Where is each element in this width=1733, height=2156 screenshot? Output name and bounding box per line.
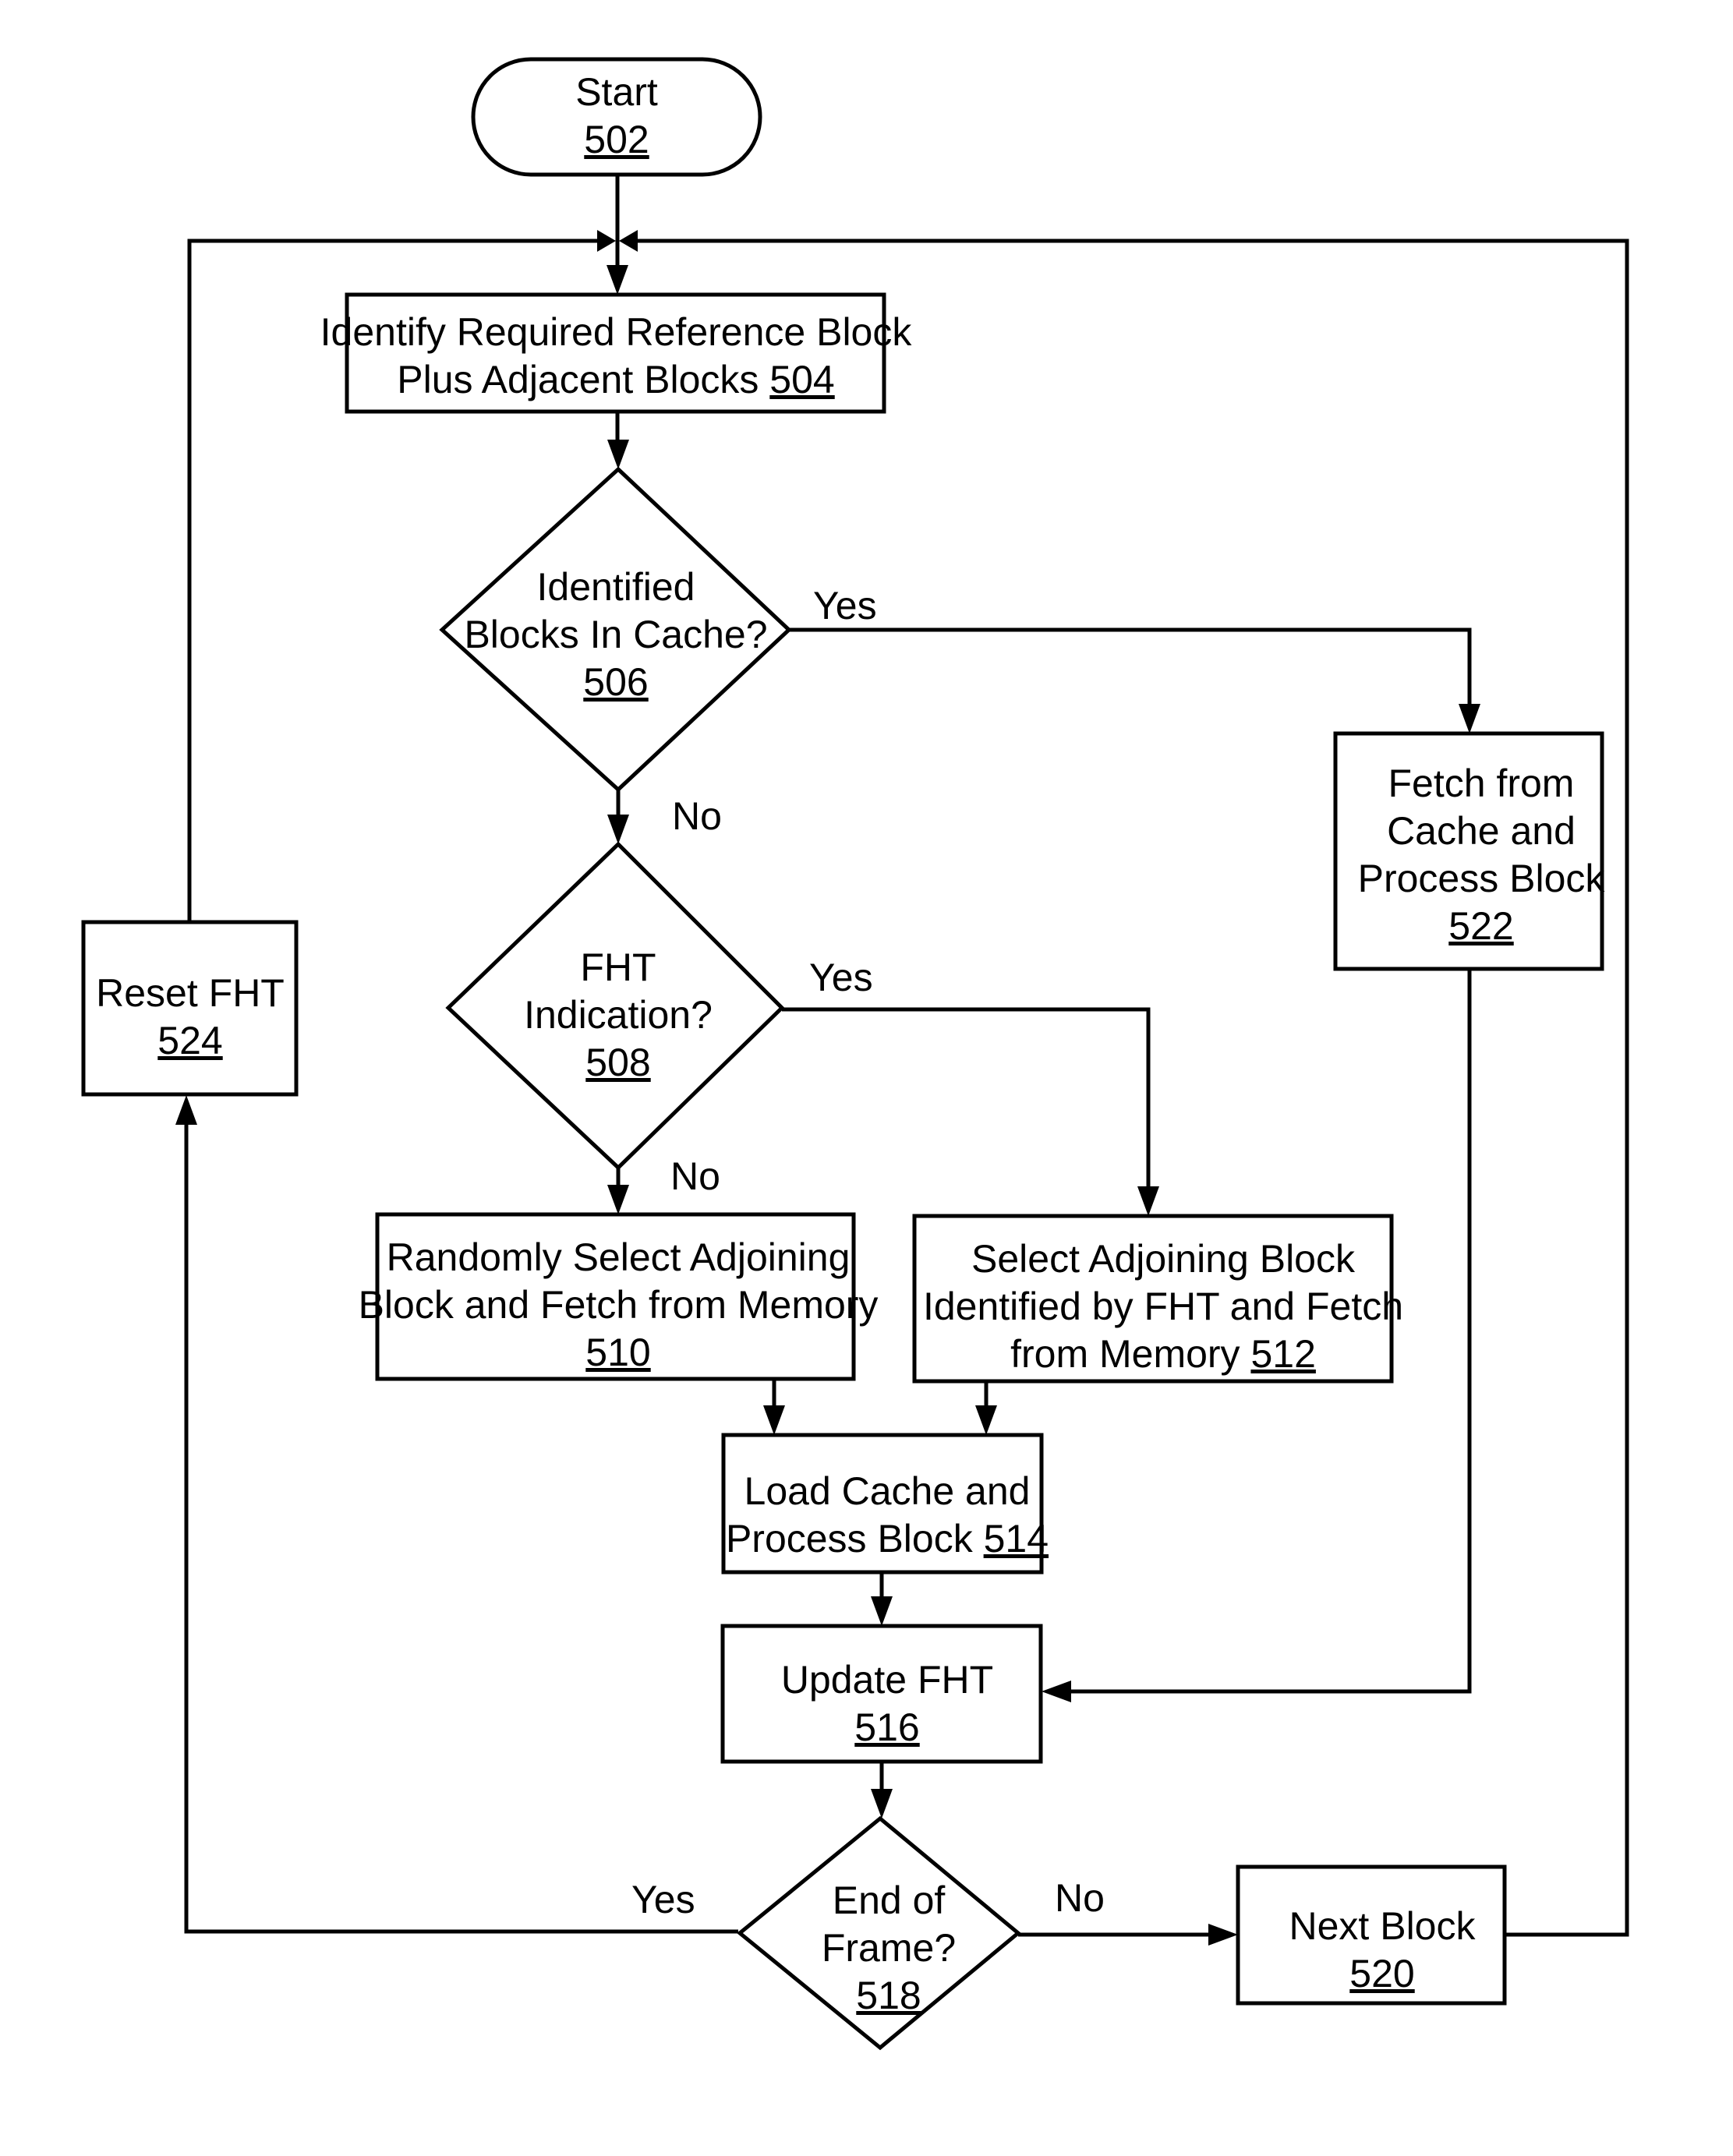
arrowhead-into-reset bbox=[175, 1095, 197, 1125]
node-label-line: Plus Adjacent Blocks 504 bbox=[397, 358, 834, 401]
edge-label-fht-no: No bbox=[670, 1154, 720, 1198]
arrowhead-into-incache bbox=[607, 440, 629, 469]
node-label-line: Block and Fetch from Memory bbox=[359, 1283, 879, 1327]
reference-number: 508 bbox=[585, 1041, 650, 1084]
edge-label-in-cache-yes: Yes bbox=[813, 584, 877, 627]
node-label-line: from Memory 512 bbox=[1010, 1332, 1316, 1376]
reference-number: 504 bbox=[769, 358, 834, 401]
node-label-text: Plus Adjacent Blocks bbox=[397, 358, 769, 401]
arrowhead-into-frame bbox=[871, 1789, 893, 1818]
arrowhead-random-into-load bbox=[763, 1405, 785, 1435]
arrowhead-into-fetchcache bbox=[1459, 704, 1480, 733]
node-label-line: Identify Required Reference Block bbox=[320, 310, 913, 354]
arrowhead-into-update bbox=[871, 1596, 893, 1626]
arrowhead-into-nextblock bbox=[1208, 1924, 1238, 1946]
reference-number: 516 bbox=[854, 1705, 919, 1749]
node-label-line: Frame? bbox=[822, 1926, 956, 1970]
node-label-line: Fetch from bbox=[1388, 762, 1575, 805]
node-label-line: FHT bbox=[580, 945, 656, 989]
node-label-line: Identified bbox=[537, 565, 695, 609]
reference-number: 518 bbox=[856, 1974, 921, 2017]
node-label-line: End of bbox=[833, 1879, 946, 1922]
reference-number: 524 bbox=[157, 1019, 222, 1062]
reference-number: 502 bbox=[584, 118, 649, 161]
reference-number: 522 bbox=[1448, 904, 1513, 948]
edge-label-frame-yes: Yes bbox=[631, 1878, 695, 1921]
edge-label-frame-no: No bbox=[1055, 1876, 1105, 1920]
reference-number: 514 bbox=[984, 1517, 1049, 1560]
arrowhead-loop-left bbox=[597, 230, 616, 252]
node-label-text: from Memory bbox=[1010, 1332, 1250, 1376]
arrowhead-into-identify bbox=[607, 265, 628, 295]
arrowhead-fhtsel-into-load bbox=[975, 1405, 997, 1435]
node-label-line: Indication? bbox=[524, 993, 713, 1037]
node-label-line: Reset FHT bbox=[96, 971, 285, 1015]
node-label-line: Identified by FHT and Fetch bbox=[923, 1285, 1403, 1328]
arrowhead-into-fhtsel bbox=[1137, 1186, 1159, 1216]
shapes bbox=[81, 57, 1604, 2051]
flowchart-canvas: Start 502 Identify Required Reference Bloc… bbox=[81, 57, 1629, 2051]
arrowhead-into-fht bbox=[607, 815, 629, 844]
connector-incache-yes bbox=[789, 627, 1472, 725]
node-label-line: Load Cache and bbox=[744, 1469, 1031, 1513]
node-label-line: Blocks In Cache? bbox=[464, 613, 767, 656]
reference-number: 506 bbox=[583, 660, 648, 704]
edge-label-in-cache-no: No bbox=[672, 794, 722, 838]
edge-label-fht-yes: Yes bbox=[809, 956, 873, 999]
arrowhead-fetch-into-update bbox=[1042, 1681, 1071, 1702]
node-label-text: Process Block bbox=[726, 1517, 984, 1560]
node-label-line: Update FHT bbox=[781, 1658, 993, 1702]
node-label-line: Randomly Select Adjoining bbox=[387, 1235, 851, 1279]
node-label-line: Cache and bbox=[1387, 809, 1576, 853]
reference-number: 512 bbox=[1250, 1332, 1315, 1376]
arrowhead-into-random bbox=[607, 1185, 629, 1214]
node-label-line: Process Block bbox=[1358, 857, 1606, 900]
reference-number: 510 bbox=[585, 1331, 650, 1374]
connector-fht-yes bbox=[782, 1007, 1151, 1206]
reference-number: 520 bbox=[1349, 1952, 1414, 1995]
node-label-line: Start bbox=[575, 70, 658, 114]
node-label-line: Select Adjoining Block bbox=[971, 1237, 1356, 1281]
node-label-line: Process Block 514 bbox=[726, 1517, 1049, 1560]
arrowhead-loop-right bbox=[619, 230, 638, 252]
node-label-line: Next Block bbox=[1289, 1904, 1477, 1948]
